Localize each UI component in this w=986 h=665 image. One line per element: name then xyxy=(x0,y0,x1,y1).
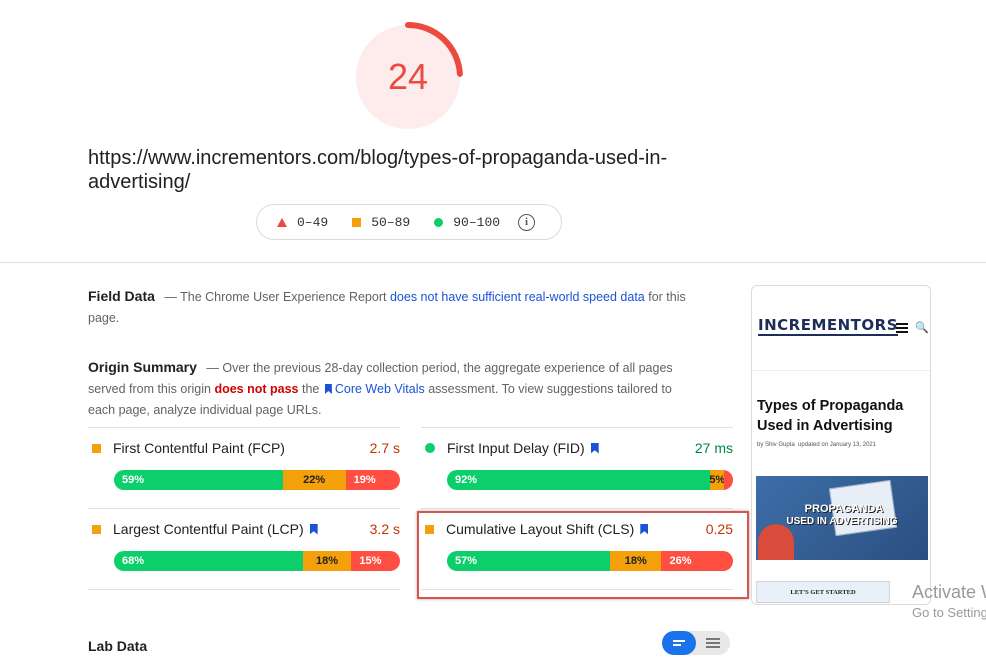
average-indicator-icon xyxy=(92,524,101,534)
metric-value: 27 ms xyxy=(694,440,733,456)
legend-good-label: 90–100 xyxy=(453,214,501,230)
legend-average: 50–89 xyxy=(352,215,410,230)
site-logo: INCREMENTORS xyxy=(758,316,899,336)
average-indicator-icon xyxy=(92,443,101,453)
circle-icon xyxy=(434,217,444,227)
legend-average-label: 50–89 xyxy=(371,214,411,230)
score-value: 24 xyxy=(387,56,429,97)
core-web-vitals-link[interactable]: Core Web Vitals xyxy=(335,382,425,396)
thumbnail-banner-image: PROPAGANDA USED IN ADVERTISING xyxy=(756,476,928,560)
lab-data-title: Lab Data xyxy=(88,638,148,654)
field-data-link[interactable]: does not have sufficient real-world spee… xyxy=(390,290,645,304)
thumbnail-cta-button: LET'S GET STARTED xyxy=(756,581,890,603)
megaphone-image xyxy=(758,524,794,560)
metric-divider xyxy=(88,589,400,590)
metric-lcp: Largest Contentful Paint (LCP) 3.2 s 68% 18… xyxy=(88,508,400,590)
metric-fcp: First Contentful Paint (FCP) 2.7 s 59% 22% 1… xyxy=(88,427,400,509)
good-segment: 68% xyxy=(114,551,303,571)
metric-value: 3.2 s xyxy=(369,521,400,537)
field-data-section: Field Data — The Chrome User Experience … xyxy=(88,286,688,329)
good-segment: 92% xyxy=(447,470,711,490)
good-segment: 59% xyxy=(114,470,283,490)
thumbnail-author: by Shiv Gupta xyxy=(757,442,795,448)
average-segment: 22% xyxy=(282,470,346,490)
metric-name: First Contentful Paint (FCP) xyxy=(113,440,285,456)
watermark-line-2: Go to Settings to activate Windows. xyxy=(912,605,986,620)
distribution-bar: 68% 18% 15% xyxy=(114,551,400,571)
core-web-vital-bookmark-icon xyxy=(590,442,599,454)
analyzed-url: https://www.incrementors.com/blog/types-… xyxy=(88,147,668,193)
average-segment: 18% xyxy=(302,551,352,571)
banner-line-2: USED IN ADVERTISING xyxy=(786,516,898,527)
distribution-bar: 92%5%2% xyxy=(447,470,733,490)
thumbnail-meta: by Shiv Gupta updated on January 13, 202… xyxy=(757,442,876,448)
watermark-line-1: Activate Windows xyxy=(912,582,986,602)
poor-segment: 19% xyxy=(345,470,400,490)
site-logo-text: INCREMENTORS xyxy=(758,316,899,334)
compact-view-button[interactable] xyxy=(662,631,696,655)
distribution-bar: 59% 22% 19% xyxy=(114,470,400,490)
section-divider xyxy=(0,262,986,263)
origin-fail-text: does not pass xyxy=(214,382,299,396)
search-icon: 🔍 xyxy=(915,322,929,334)
thumbnail-article-title: Types of Propaganda Used in Advertising xyxy=(757,398,904,434)
info-icon[interactable]: i xyxy=(518,213,536,231)
page-screenshot-thumbnail: INCREMENTORS 🔍 Types of Propaganda Used … xyxy=(751,285,931,605)
metric-name: First Input Delay (FID) xyxy=(447,440,585,456)
origin-summary-title: Origin Summary xyxy=(88,359,197,375)
origin-summary-text-2: the xyxy=(301,382,320,396)
cls-highlight-box xyxy=(417,511,749,599)
poor-segment: 15% xyxy=(351,551,400,571)
poor-segment: 2% xyxy=(724,470,733,490)
banner-line-1: PROPAGANDA xyxy=(804,503,884,515)
metric-fid: First Input Delay (FID) 27 ms 92%5%2% xyxy=(421,427,733,509)
activate-windows-watermark: Activate Windows Go to Settings to activ… xyxy=(912,582,986,620)
legend-good: 90–100 xyxy=(434,215,500,230)
thumbnail-updated: updated on January 13, 2021 xyxy=(798,442,877,448)
square-icon xyxy=(352,217,362,227)
legend-poor: 0–49 xyxy=(277,215,328,230)
metric-name: Largest Contentful Paint (LCP) xyxy=(113,521,304,537)
field-data-title: Field Data xyxy=(88,288,155,304)
good-indicator-icon xyxy=(425,443,435,453)
legend-poor-label: 0–49 xyxy=(297,214,329,230)
hamburger-menu-icon xyxy=(896,323,908,335)
average-segment: 5% xyxy=(709,470,725,490)
field-data-text-before: — The Chrome User Experience Report xyxy=(164,290,387,304)
bookmark-icon xyxy=(324,384,332,394)
list-view-button[interactable] xyxy=(696,631,730,655)
core-web-vital-bookmark-icon xyxy=(309,523,318,535)
origin-summary-section: Origin Summary — Over the previous 28-da… xyxy=(88,357,688,421)
performance-score-gauge: 24 xyxy=(354,22,464,132)
metric-value: 2.7 s xyxy=(369,440,400,456)
view-toggle xyxy=(662,631,730,655)
score-legend: 0–49 50–89 90–100 i xyxy=(256,204,562,240)
triangle-icon xyxy=(277,217,287,227)
